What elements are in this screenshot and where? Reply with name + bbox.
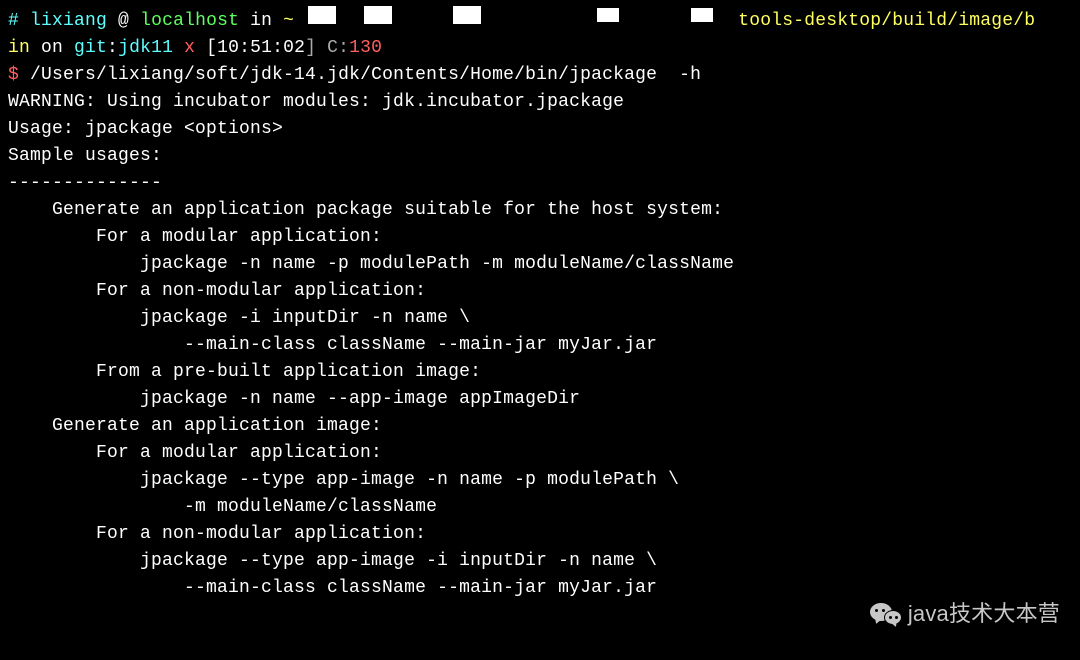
prompt-git: git [74, 38, 107, 58]
command-line: $ /Users/lixiang/soft/jdk-14.jdk/Content… [8, 62, 1072, 89]
wechat-icon [870, 601, 902, 627]
prompt-in: in [239, 11, 283, 31]
watermark: java技术大本营 [870, 597, 1060, 630]
output-sample-hdr: Sample usages: [8, 143, 1072, 170]
prompt-path-end: tools-desktop/build/image/b [738, 11, 1035, 31]
prompt-symbol: $ [8, 65, 19, 85]
prompt-colon: : [107, 38, 118, 58]
prompt-line-2: in on git:jdk11 x [10:51:02] C:130 [8, 35, 1072, 62]
output-l2: For a modular application: [8, 224, 1072, 251]
prompt-time: 10:51:02 [217, 38, 305, 58]
output-l14: jpackage --type app-image -i inputDir -n… [8, 548, 1072, 575]
output-l4: For a non-modular application: [8, 278, 1072, 305]
command-text: /Users/lixiang/soft/jdk-14.jdk/Contents/… [19, 65, 701, 85]
prompt-x: x [173, 38, 206, 58]
terminal-output[interactable]: # lixiang @ localhost in ~ tools-desktop… [8, 4, 1072, 602]
output-warning: WARNING: Using incubator modules: jdk.in… [8, 89, 1072, 116]
output-dashes: -------------- [8, 170, 1072, 197]
output-l9: Generate an application image: [8, 413, 1072, 440]
prompt-path-start: ~ [283, 11, 294, 31]
output-l13: For a non-modular application: [8, 521, 1072, 548]
output-l6: --main-class className --main-jar myJar.… [8, 332, 1072, 359]
redacted-region [294, 4, 738, 31]
prompt-user: lixiang [30, 11, 107, 31]
prompt-in2: in [8, 38, 30, 58]
c-val: 130 [349, 38, 382, 58]
output-l11: jpackage --type app-image -n name -p mod… [8, 467, 1072, 494]
prompt-at: @ [107, 11, 140, 31]
output-usage: Usage: jpackage <options> [8, 116, 1072, 143]
prompt-line-1: # lixiang @ localhost in ~ tools-desktop… [8, 4, 1072, 35]
output-l7: From a pre-built application image: [8, 359, 1072, 386]
prompt-host: localhost [140, 11, 239, 31]
output-l3: jpackage -n name -p modulePath -m module… [8, 251, 1072, 278]
c-label: C: [316, 38, 349, 58]
prompt-on: on [30, 38, 74, 58]
output-l10: For a modular application: [8, 440, 1072, 467]
output-l12: -m moduleName/className [8, 494, 1072, 521]
time-close: ] [305, 38, 316, 58]
prompt-hash: # [8, 11, 19, 31]
output-l1: Generate an application package suitable… [8, 197, 1072, 224]
watermark-text: java技术大本营 [908, 597, 1060, 630]
output-l5: jpackage -i inputDir -n name \ [8, 305, 1072, 332]
prompt-branch: jdk11 [118, 38, 173, 58]
time-open: [ [206, 38, 217, 58]
output-l8: jpackage -n name --app-image appImageDir [8, 386, 1072, 413]
